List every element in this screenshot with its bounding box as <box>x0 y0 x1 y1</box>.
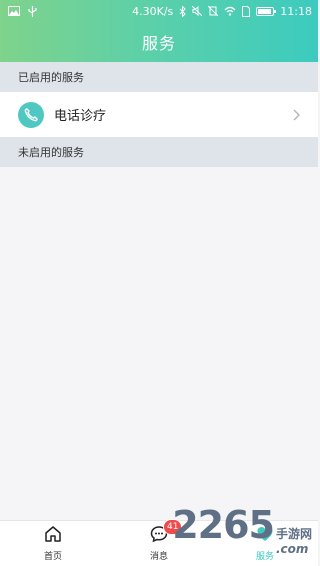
chevron-right-icon <box>292 107 302 123</box>
mute-icon <box>192 6 203 16</box>
watermark-number: 2265 <box>172 503 275 547</box>
battery-icon <box>256 6 277 16</box>
page-title: 服务 <box>141 34 176 53</box>
wifi-icon <box>224 6 236 16</box>
tab-label: 首页 <box>43 552 62 562</box>
section-title: 已启用的服务 <box>18 71 84 84</box>
status-bar: 4.30K/s 11:18 <box>0 0 318 22</box>
tab-label: 消息 <box>149 552 168 562</box>
section-title: 未启用的服务 <box>18 146 84 159</box>
watermark-site-cn: 手游网 <box>275 527 312 541</box>
phone-icon <box>18 101 44 128</box>
sim-icon <box>242 5 251 17</box>
tab-home[interactable]: 首页 <box>13 525 93 562</box>
watermark-site-en: .com <box>275 542 309 556</box>
service-row-phone-consult[interactable]: 电话诊疗 <box>0 92 318 137</box>
bluetooth-icon <box>179 5 187 17</box>
empty-content <box>0 167 318 520</box>
no-sim-icon <box>208 6 219 16</box>
service-label: 电话诊疗 <box>54 109 107 124</box>
enabled-services-header: 已启用的服务 <box>0 62 318 92</box>
watermark-logo: 2265 手游网 .com <box>172 503 312 556</box>
net-speed: 4.30K/s <box>132 4 174 18</box>
disabled-services-header: 未启用的服务 <box>0 137 318 167</box>
clock: 11:18 <box>280 4 312 18</box>
app-header: 4.30K/s 11:18 服务 <box>0 0 318 62</box>
usb-icon <box>28 5 37 17</box>
image-icon <box>8 6 20 16</box>
home-icon <box>44 525 62 547</box>
